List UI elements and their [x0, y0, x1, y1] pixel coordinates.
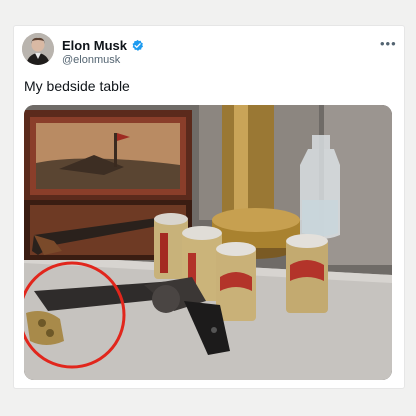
- avatar[interactable]: [22, 33, 54, 65]
- coke-can: [216, 242, 256, 321]
- tweet-text: My bedside table: [24, 78, 130, 94]
- coke-can: [286, 234, 328, 313]
- verified-badge-icon: [132, 39, 144, 51]
- author-handle[interactable]: @elonmusk: [62, 54, 120, 66]
- more-options-icon[interactable]: •••: [380, 36, 397, 51]
- author-name[interactable]: Elon Musk: [62, 38, 127, 53]
- tweet-photo[interactable]: [24, 105, 392, 380]
